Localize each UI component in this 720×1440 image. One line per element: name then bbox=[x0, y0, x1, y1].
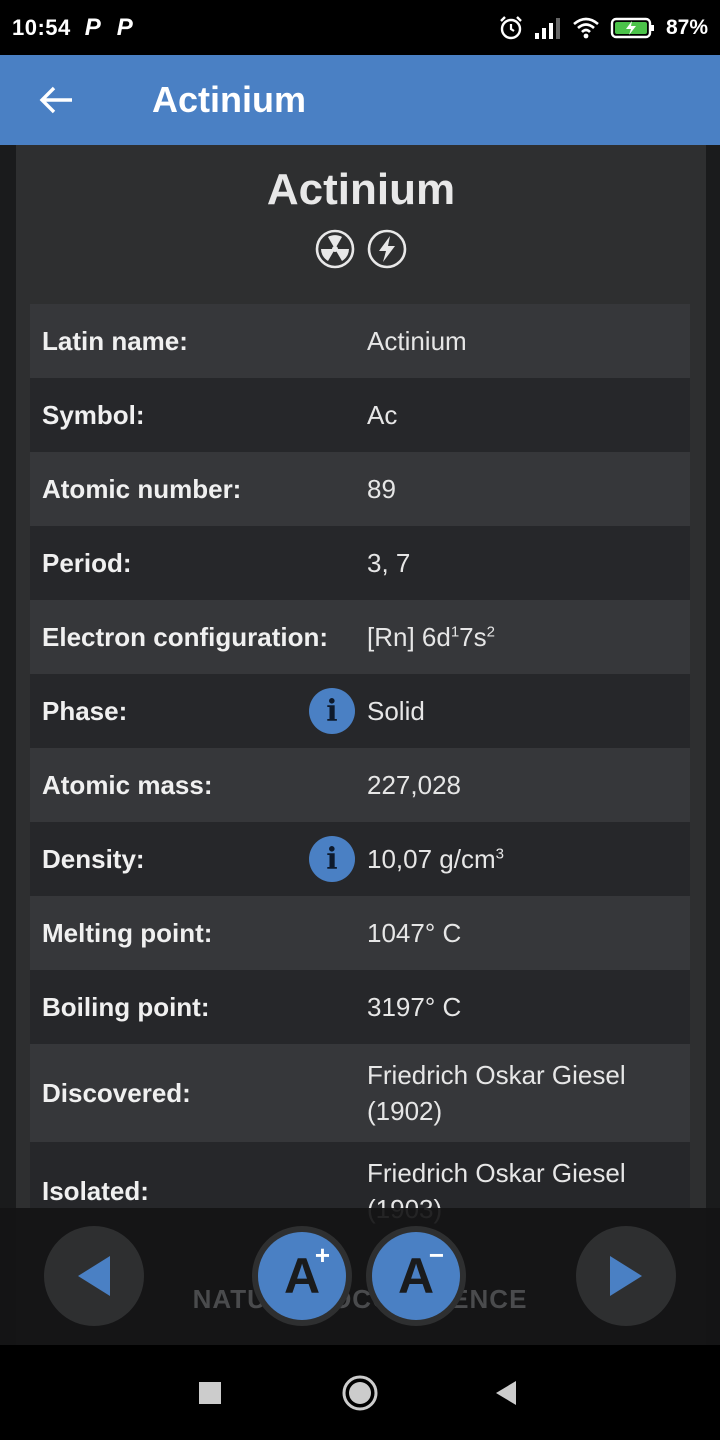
density-info-button[interactable]: i bbox=[309, 836, 355, 882]
table-row: Melting point: 1047° C bbox=[30, 896, 690, 970]
density-number: 10,07 g/cm bbox=[367, 844, 496, 874]
row-label: Electron configuration: bbox=[42, 621, 328, 652]
info-icon: i bbox=[326, 841, 338, 877]
table-row: Boiling point: 3197° C bbox=[30, 970, 690, 1044]
table-row: Atomic mass: 227,028 bbox=[30, 748, 690, 822]
row-label: Melting point: bbox=[42, 917, 213, 948]
row-label: Boiling point: bbox=[42, 991, 210, 1022]
table-row: Period: 3, 7 bbox=[30, 526, 690, 600]
density-label: Density: bbox=[42, 843, 145, 874]
element-card: Actinium Latin name: Actinium Symbol: Ac bbox=[16, 145, 706, 1345]
table-row: Latin name: Actinium bbox=[30, 304, 690, 378]
row-value: 89 bbox=[367, 474, 396, 504]
font-decrease-icon: A − bbox=[372, 1232, 460, 1320]
row-label: Density: i bbox=[30, 822, 355, 896]
table-row: Electron configuration: [Rn] 6d17s2 bbox=[30, 600, 690, 674]
radioactive-icon bbox=[315, 229, 355, 269]
status-icons: 87% bbox=[498, 15, 708, 41]
element-name: Actinium bbox=[266, 165, 456, 214]
row-value: 227,028 bbox=[367, 770, 461, 800]
notification-p-icon: P bbox=[84, 13, 101, 41]
previous-element-button[interactable] bbox=[44, 1226, 144, 1326]
arrow-left-icon bbox=[39, 86, 72, 114]
triangle-back-icon bbox=[496, 1381, 516, 1405]
triangle-left-icon bbox=[78, 1256, 110, 1296]
status-time: 10:54 bbox=[12, 14, 71, 40]
back-button[interactable] bbox=[26, 70, 86, 130]
table-row: Discovered: Friedrich Oskar Giesel (1902… bbox=[30, 1044, 690, 1142]
plus-sign: + bbox=[314, 1240, 330, 1270]
row-value: Friedrich Oskar Giesel (1902) bbox=[367, 1060, 626, 1126]
square-icon bbox=[199, 1382, 221, 1404]
row-label: Period: bbox=[42, 547, 132, 578]
content-scroll-area[interactable]: Actinium Latin name: Actinium Symbol: Ac bbox=[0, 145, 720, 1345]
element-badges bbox=[16, 229, 706, 269]
table-row: Symbol: Ac bbox=[30, 378, 690, 452]
row-label: Atomic mass: bbox=[42, 769, 213, 800]
wifi-icon bbox=[573, 17, 599, 38]
notification-p-icon: P bbox=[116, 13, 133, 41]
font-increase-button[interactable]: A + bbox=[252, 1226, 352, 1326]
battery-icon bbox=[610, 17, 654, 38]
electron-config-value: [Rn] 6d17s2 bbox=[353, 619, 690, 655]
config-base: [Rn] 6d bbox=[367, 622, 451, 652]
config-sup-2: 2 bbox=[486, 623, 495, 641]
row-label: Latin name: bbox=[42, 325, 188, 356]
lightning-icon bbox=[367, 229, 407, 269]
row-label: Phase: i bbox=[30, 674, 355, 748]
row-value: 3, 7 bbox=[367, 548, 411, 578]
battery-percent: 87% bbox=[665, 15, 708, 39]
table-row: Phase: i Solid bbox=[30, 674, 690, 748]
properties-table: Latin name: Actinium Symbol: Ac Atomic n… bbox=[30, 304, 690, 1240]
font-decrease-button[interactable]: A − bbox=[366, 1226, 466, 1326]
row-label: Discovered: bbox=[42, 1077, 191, 1108]
system-nav-bar bbox=[0, 1345, 720, 1440]
triangle-right-icon bbox=[610, 1256, 642, 1296]
circle-icon bbox=[342, 1375, 378, 1411]
table-row: Atomic number: 89 bbox=[30, 452, 690, 526]
recents-button[interactable] bbox=[190, 1373, 230, 1413]
alarm-icon bbox=[500, 15, 522, 39]
table-row: Density: i 10,07 g/cm3 bbox=[30, 822, 690, 896]
row-value: 3197° C bbox=[367, 992, 462, 1022]
row-value: Solid bbox=[367, 696, 425, 726]
config-mid: 7s bbox=[459, 622, 487, 652]
info-icon: i bbox=[326, 693, 338, 729]
density-sup: 3 bbox=[495, 845, 504, 863]
config-sup-1: 1 bbox=[450, 623, 460, 641]
back-nav-button[interactable] bbox=[486, 1373, 526, 1413]
phase-info-button[interactable]: i bbox=[309, 688, 355, 734]
page-title: Actinium bbox=[152, 79, 307, 120]
status-bar: 10:54 P P 87% bbox=[0, 0, 720, 55]
signal-icon bbox=[534, 17, 560, 39]
font-increase-icon: A + bbox=[258, 1232, 346, 1320]
density-value: 10,07 g/cm3 bbox=[353, 841, 690, 877]
next-element-button[interactable] bbox=[576, 1226, 676, 1326]
row-label: Symbol: bbox=[42, 399, 145, 430]
row-value: Actinium bbox=[367, 326, 467, 356]
phase-label: Phase: bbox=[42, 695, 128, 726]
row-value: Ac bbox=[367, 400, 398, 430]
minus-sign: − bbox=[428, 1240, 444, 1270]
row-label: Atomic number: bbox=[42, 473, 242, 504]
home-button[interactable] bbox=[340, 1373, 380, 1413]
row-value: 1047° C bbox=[367, 918, 462, 948]
app-bar: Actinium bbox=[0, 55, 720, 145]
